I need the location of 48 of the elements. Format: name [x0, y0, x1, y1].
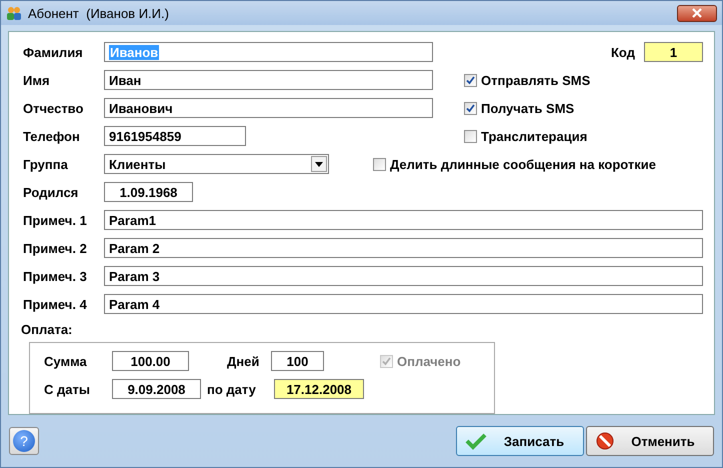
close-button[interactable]: [677, 4, 717, 22]
checkbox-label: Получать SMS: [481, 100, 574, 116]
checkbox-label: Транслитерация: [481, 128, 588, 144]
field-label: по дату: [207, 382, 257, 396]
field-label: Примеч. 2: [23, 240, 88, 256]
checkbox-label: Оплачено: [397, 354, 461, 368]
field-label: Родился: [23, 184, 80, 200]
save-button[interactable]: Записать: [456, 426, 584, 456]
days-field[interactable]: 100: [271, 351, 324, 371]
group-dropdown[interactable]: Клиенты: [104, 154, 329, 174]
users-icon: [6, 5, 22, 21]
date-field[interactable]: 17.12.2008: [274, 379, 364, 399]
cancel-icon: [595, 431, 615, 451]
code-field[interactable]: 1: [644, 42, 703, 62]
text-field[interactable]: 9161954859: [104, 126, 246, 146]
date-field[interactable]: 9.09.2008: [112, 379, 201, 399]
date-field[interactable]: 1.09.1968: [104, 182, 193, 202]
field-label: Телефон: [23, 128, 81, 144]
checkbox[interactable]: [464, 102, 477, 114]
checkbox[interactable]: [464, 130, 477, 142]
field-label: Сумма: [44, 354, 88, 368]
field-label: Группа: [23, 156, 69, 172]
window-title: Абонент (Иванов И.И.): [28, 6, 170, 20]
field-label: Код: [611, 44, 636, 60]
field-label: Имя: [23, 72, 51, 88]
checkbox-label: Делить длинные сообщения на короткие: [390, 156, 656, 172]
checkmark-icon: [465, 432, 487, 450]
field-label: Дней: [227, 354, 260, 368]
text-field[interactable]: Иванович: [104, 98, 433, 118]
checkbox-label: Отправлять SMS: [481, 72, 590, 88]
cancel-button[interactable]: Отменить: [586, 426, 714, 456]
field-label: Примеч. 1: [23, 212, 88, 228]
section-label: Оплата:: [21, 322, 72, 336]
text-field[interactable]: Param 4: [104, 294, 703, 314]
checkbox[interactable]: [464, 74, 477, 86]
text-field[interactable]: Param 3: [104, 266, 703, 286]
text-field[interactable]: Иван: [104, 70, 433, 90]
field-label: Примеч. 3: [23, 268, 88, 284]
dropdown-arrow-icon: [315, 162, 323, 166]
field-label: Фамилия: [23, 44, 84, 60]
text-field[interactable]: Param1: [104, 210, 703, 230]
field-label: С даты: [44, 382, 91, 396]
checkbox[interactable]: [373, 158, 386, 170]
field-label: Отчество: [23, 100, 84, 116]
text-field[interactable]: Param 2: [104, 238, 703, 258]
close-icon: [691, 8, 703, 18]
amount-field[interactable]: 100.00: [112, 351, 189, 371]
field-label: Примеч. 4: [23, 296, 88, 312]
